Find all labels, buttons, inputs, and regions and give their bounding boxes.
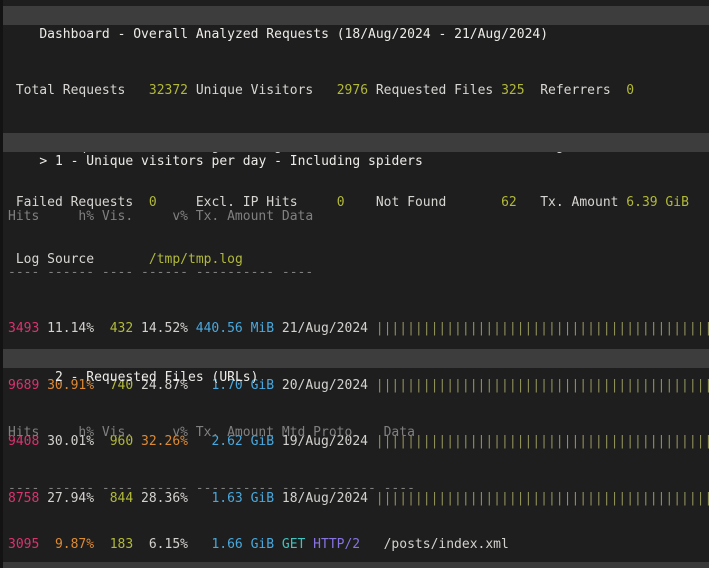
summary-label: Requested Files (376, 82, 493, 101)
summary-value: 0 (626, 82, 634, 101)
summary-value: 2976 (337, 82, 368, 101)
next-panel-header-bar-partial (0, 562, 709, 568)
visitors-cell: 183 (94, 536, 133, 555)
dashboard-title: Dashboard - Overall Analyzed Requests (1… (39, 27, 548, 42)
table-row[interactable]: 3095 9.87% 183 6.15% 1.66 GiB GET HTTP/2… (0, 536, 709, 555)
visitors-column-header: Vis. (94, 208, 133, 227)
method-cell: GET (274, 536, 305, 555)
data-column-header: Data (376, 424, 709, 443)
panel-2-header-separator: ---- ------ ---- ------ ---------- --- -… (0, 480, 709, 499)
protocol-cell: HTTP/2 (305, 536, 375, 555)
tx-amount-cell: 1.66 GiB (188, 536, 274, 555)
panel-1-header-bar[interactable]: > 1 - Unique visitors per day - Includin… (0, 133, 709, 152)
panel-2-header-bar[interactable]: 2 - Requested Files (URLs) (0, 349, 709, 368)
hits-column-header: Hits (8, 208, 39, 227)
hits-pct-cell: 9.87% (39, 536, 94, 555)
hits-cell: 3095 (8, 536, 39, 555)
date-cell: 21/Aug/2024 (274, 320, 368, 339)
goaccess-terminal-screen: Dashboard - Overall Analyzed Requests (1… (0, 0, 709, 568)
hits-bar: ||||||||||||||||||||||||||||||||||||||||… (368, 320, 709, 339)
summary-label: Unique Visitors (196, 82, 313, 101)
summary-value: 32372 (149, 82, 188, 101)
panel-2-column-headers: Hits h% Vis. v% Tx. Amount Mtd Proto Dat… (0, 424, 709, 443)
summary-value: 325 (501, 82, 524, 101)
tx-amount-cell: 440.56 MiB (188, 320, 274, 339)
panel-2-table: Hits h% Vis. v% Tx. Amount Mtd Proto Dat… (0, 386, 709, 568)
hits-pct-column-header: h% (39, 424, 94, 443)
summary-line: Total Requests 32372 Unique Visitors 297… (0, 82, 709, 101)
visitors-pct-column-header: v% (133, 208, 188, 227)
tx-amount-column-header: Tx. Amount (188, 424, 274, 443)
hits-column-header: Hits (8, 424, 39, 443)
visitors-pct-cell: 14.52% (133, 320, 188, 339)
visitors-pct-cell: 6.15% (133, 536, 188, 555)
data-column-header: Data (274, 208, 368, 227)
tx-amount-column-header: Tx. Amount (188, 208, 274, 227)
visitors-cell: 432 (94, 320, 133, 339)
visitors-column-header: Vis. (94, 424, 133, 443)
panel-1-header-separator: ---- ------ ---- ------ ---------- ---- (0, 264, 709, 283)
protocol-column-header: Proto (305, 424, 375, 443)
summary-label: Referrers (540, 82, 610, 101)
left-edge-line (0, 0, 3, 568)
panel-1-header-label: > 1 - Unique visitors per day - Includin… (39, 154, 423, 169)
url-cell: /posts/index.xml (376, 536, 709, 555)
visitors-pct-column-header: v% (133, 424, 188, 443)
hits-cell: 3493 (8, 320, 39, 339)
table-row[interactable]: 3493 11.14% 432 14.52% 440.56 MiB 21/Aug… (0, 320, 709, 339)
panel-2-header-label: 2 - Requested Files (URLs) (39, 370, 258, 385)
panel-1-column-headers: Hits h% Vis. v% Tx. Amount Data (0, 208, 709, 227)
hits-pct-column-header: h% (39, 208, 94, 227)
summary-label: Total Requests (16, 82, 126, 101)
hits-pct-cell: 11.14% (39, 320, 94, 339)
method-column-header: Mtd (274, 424, 305, 443)
dashboard-title-bar: Dashboard - Overall Analyzed Requests (1… (0, 6, 709, 25)
